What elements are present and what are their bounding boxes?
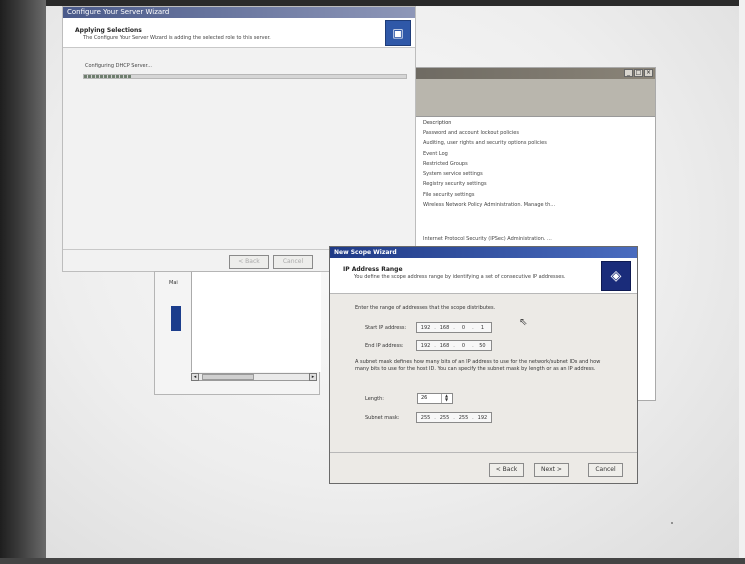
ip-octet[interactable]: 192: [417, 325, 434, 331]
close-button[interactable]: ×: [644, 69, 653, 77]
header-subtitle: The Configure Your Server Wizard is addi…: [83, 35, 271, 41]
description-column-header[interactable]: Description: [423, 120, 451, 126]
header-title: IP Address Range: [343, 266, 403, 273]
scope-wizard-titlebar[interactable]: New Scope Wizard: [330, 247, 637, 258]
header-title: Applying Selections: [75, 27, 142, 34]
group-policy-titlebar[interactable]: [413, 68, 655, 79]
ip-octet[interactable]: 168: [436, 325, 453, 331]
ip-octet[interactable]: 50: [474, 343, 491, 349]
footer-divider: [330, 452, 637, 453]
ip-octet[interactable]: 192: [417, 343, 434, 349]
subnet-mask-explanation: A subnet mask defines how many bits of a…: [355, 359, 601, 372]
monitor-bezel-right: [739, 0, 745, 564]
window-label: Mai: [169, 280, 178, 286]
ip-octet[interactable]: 0: [455, 343, 472, 349]
blue-tile-icon: [171, 306, 181, 331]
list-item[interactable]: System service settings: [423, 169, 555, 179]
scroll-right-icon[interactable]: ▸: [309, 373, 317, 381]
monitor-bezel-bottom: [0, 558, 745, 564]
progress-status-text: Configuring DHCP Server...: [85, 63, 152, 69]
length-label: Length:: [365, 396, 384, 402]
next-button[interactable]: Next >: [534, 463, 569, 477]
subnet-mask-input[interactable]: 255. 255. 255. 192: [416, 412, 492, 423]
start-ip-input[interactable]: 192. 168. 0. 1: [416, 322, 492, 333]
scroll-thumb[interactable]: [202, 374, 254, 380]
list-item[interactable]: Wireless Network Policy Administration. …: [423, 200, 555, 210]
maximize-button[interactable]: □: [634, 69, 643, 77]
ip-octet[interactable]: 255: [417, 415, 434, 421]
end-ip-input[interactable]: 192. 168. 0. 50: [416, 340, 492, 351]
end-ip-label: End IP address:: [365, 343, 404, 349]
cancel-button[interactable]: Cancel: [588, 463, 623, 477]
ip-octet[interactable]: 0: [455, 325, 472, 331]
list-item[interactable]: Password and account lockout policies: [423, 128, 555, 138]
screen-speck: [671, 522, 673, 524]
list-item[interactable]: Internet Protocol Security (IPSec) Admin…: [423, 236, 552, 242]
progress-bar-fill: [84, 75, 133, 78]
new-scope-wizard: New Scope Wizard IP Address Range You de…: [329, 246, 638, 484]
back-button[interactable]: < Back: [229, 255, 269, 269]
mouse-cursor-icon: ⇖: [519, 317, 528, 328]
length-spinner[interactable]: ▲ ▼: [441, 394, 451, 403]
progress-bar: [83, 74, 407, 79]
subnet-mask-label: Subnet mask:: [365, 415, 400, 421]
cancel-button[interactable]: Cancel: [273, 255, 313, 269]
header-subtitle: You define the scope address range by id…: [354, 274, 566, 280]
content-pane: [191, 272, 321, 372]
range-instructions: Enter the range of addresses that the sc…: [355, 305, 496, 311]
ip-octet[interactable]: 192: [474, 415, 491, 421]
minimize-button[interactable]: _: [624, 69, 633, 77]
management-window: Mai ◂ ▸: [154, 271, 321, 395]
horizontal-scrollbar[interactable]: ◂ ▸: [191, 373, 317, 381]
configure-wizard-titlebar[interactable]: Configure Your Server Wizard: [63, 7, 415, 18]
ip-octet[interactable]: 255: [436, 415, 453, 421]
back-button[interactable]: < Back: [489, 463, 524, 477]
list-item[interactable]: Auditing, user rights and security optio…: [423, 138, 555, 148]
wizard-icon: ▣: [385, 20, 411, 46]
policy-description-list: Password and account lockout policies Au…: [423, 128, 555, 210]
ip-octet[interactable]: 255: [455, 415, 472, 421]
wizard-header: Applying Selections The Configure Your S…: [63, 18, 415, 48]
configure-server-wizard: Configure Your Server Wizard Applying Se…: [62, 6, 416, 272]
scope-wizard-icon: ◈: [601, 261, 631, 291]
ip-octet[interactable]: 168: [436, 343, 453, 349]
spin-down-icon[interactable]: ▼: [442, 398, 451, 402]
scroll-left-icon[interactable]: ◂: [191, 373, 199, 381]
ip-octet[interactable]: 1: [474, 325, 491, 331]
wizard-header: IP Address Range You define the scope ad…: [330, 258, 637, 294]
list-item[interactable]: File security settings: [423, 190, 555, 200]
monitor-bezel-left: [0, 0, 46, 564]
list-item[interactable]: Registry security settings: [423, 179, 555, 189]
list-item[interactable]: Restricted Groups: [423, 159, 555, 169]
policy-toolbar: [413, 79, 655, 117]
start-ip-label: Start IP address:: [365, 325, 407, 331]
list-item[interactable]: Event Log: [423, 149, 555, 159]
desktop: _ □ × Description Password and account l…: [46, 6, 739, 558]
